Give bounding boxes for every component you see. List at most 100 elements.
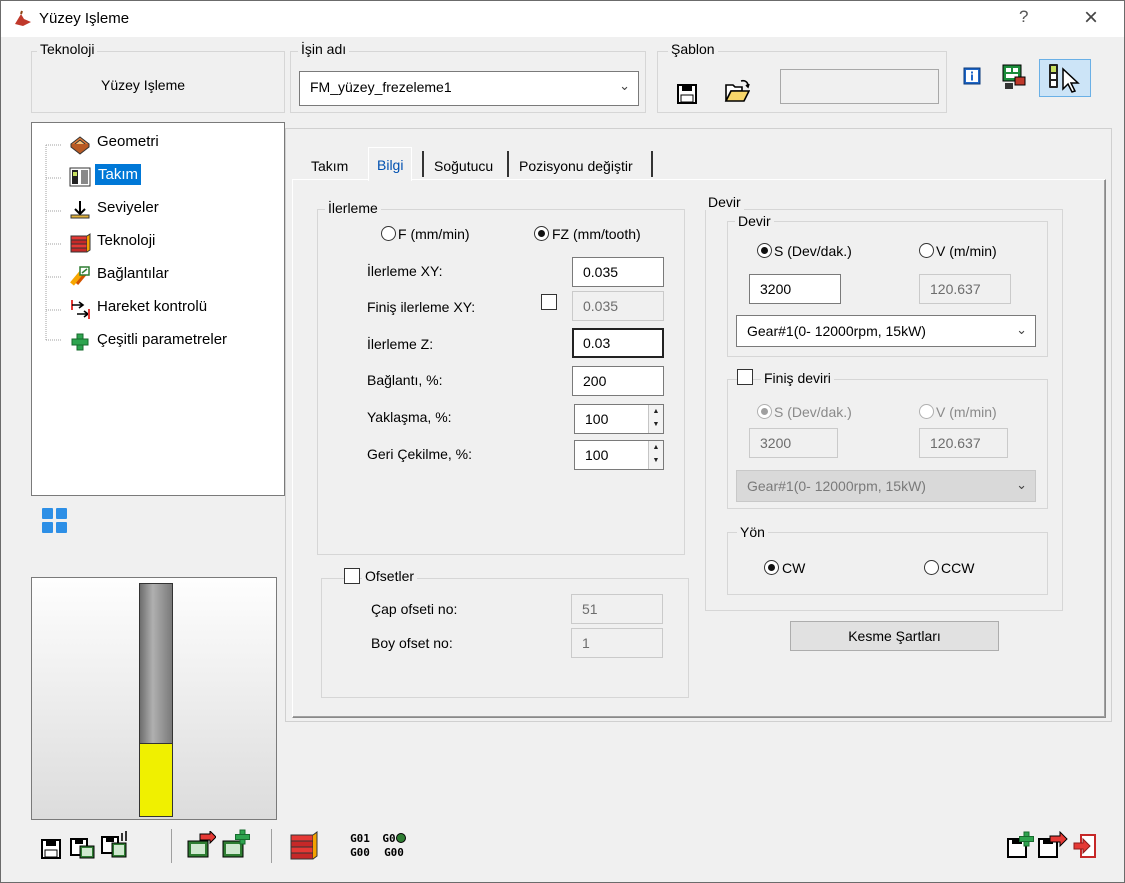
finish-spindle-checkbox[interactable] <box>737 369 753 385</box>
tab-label: Pozisyonu değiştir <box>519 158 633 174</box>
radio-feed-fz[interactable] <box>534 226 549 241</box>
tab-separator <box>422 151 424 177</box>
tab-separator <box>507 151 509 177</box>
toolbar-separator <box>271 829 272 863</box>
spindle-s-input[interactable]: 3200 <box>749 274 841 304</box>
radio-spindle-v-label: V (m/min) <box>936 243 997 259</box>
add-operation-icon[interactable] <box>221 829 251 861</box>
radio-finish-v[interactable] <box>919 404 934 419</box>
exit-icon[interactable] <box>1073 833 1099 859</box>
info-icon[interactable] <box>963 67 981 85</box>
gear-select[interactable]: Gear#1(0- 12000rpm, 15kW) ⌄ <box>736 315 1036 347</box>
length-offset-label: Boy ofset no: <box>371 635 453 651</box>
save-and-close-icon[interactable] <box>1038 831 1068 859</box>
radio-cw[interactable] <box>764 560 779 575</box>
tab-label: Takım <box>311 158 349 174</box>
link-percent-input[interactable]: 200 <box>572 366 664 396</box>
radio-ccw[interactable] <box>924 560 939 575</box>
length-offset-input[interactable]: 1 <box>571 628 663 658</box>
tree-item-teknoloji[interactable]: Teknoloji <box>97 232 155 249</box>
window-title: Yüzey Işleme <box>39 10 130 27</box>
feed-z-label: İlerleme Z: <box>367 336 434 352</box>
diameter-offset-label: Çap ofseti no: <box>371 601 458 617</box>
tree-item-seviyeler[interactable]: Seviyeler <box>97 199 159 216</box>
tool-preview <box>31 577 277 820</box>
gcode-g0-g00-button[interactable]: G0 G00 <box>379 833 409 858</box>
tree-item-label: Hareket kontrolü <box>97 298 208 315</box>
technology-value: Yüzey Işleme <box>101 77 186 93</box>
tool-icon <box>69 167 91 187</box>
tab-label: Bilgi <box>377 157 404 173</box>
save-template-icon[interactable] <box>677 84 697 104</box>
gcode-g01-g00-button[interactable]: G01 G00 <box>347 833 373 858</box>
cutting-conditions-button[interactable]: Kesme Şartları <box>790 621 999 651</box>
tool-shank <box>139 583 173 745</box>
machine-tool-icon[interactable] <box>1001 63 1031 91</box>
radio-feed-f-label: F (mm/min) <box>398 226 470 242</box>
retract-spinner[interactable]: ▲ ▼ <box>648 441 663 469</box>
gear-select-value: Gear#1(0- 12000rpm, 15kW) <box>747 323 926 339</box>
motion-control-icon <box>71 300 90 319</box>
technology-group-label: Teknoloji <box>37 41 98 57</box>
toolbar-separator <box>171 829 172 863</box>
template-field[interactable] <box>780 69 939 104</box>
retract-percent-input[interactable]: 100 ▲ ▼ <box>574 440 664 470</box>
save-as-icon[interactable] <box>70 836 96 860</box>
tree-item-cesitli-parametreler[interactable]: Çeşitli parametreler <box>97 331 227 348</box>
radio-finish-v-label: V (m/min) <box>936 404 997 420</box>
levels-icon <box>70 201 90 219</box>
tab-takim[interactable]: Takım <box>303 149 356 179</box>
finish-feed-xy-checkbox[interactable] <box>541 294 557 310</box>
radio-spindle-s[interactable] <box>757 243 772 258</box>
save-all-icon[interactable] <box>101 830 131 860</box>
tree-item-geometri[interactable]: Geometri <box>97 133 159 150</box>
tree-item-label: Seviyeler <box>97 199 159 216</box>
finish-gear-select[interactable]: Gear#1(0- 12000rpm, 15kW) ⌄ <box>736 470 1036 502</box>
open-folder-icon[interactable] <box>724 79 750 103</box>
job-name-label: İşin adı <box>298 41 350 57</box>
tab-pozisyonu-degistir[interactable]: Pozisyonu değiştir <box>511 149 641 179</box>
retract-percent-value: 100 <box>585 447 609 463</box>
job-name-combobox[interactable]: FM_yüzey_frezeleme1 ⌄ <box>299 71 639 106</box>
radio-finish-s[interactable] <box>757 404 772 419</box>
radio-feed-f[interactable] <box>381 226 396 241</box>
feed-z-input[interactable]: 0.03 <box>572 328 664 358</box>
spindle-group-label: Devir <box>705 194 744 210</box>
new-operation-icon[interactable] <box>1007 831 1035 859</box>
export-icon[interactable] <box>186 831 216 861</box>
radio-finish-s-label: S (Dev/dak.) <box>774 404 852 420</box>
finish-feed-xy-input[interactable]: 0.035 <box>572 291 664 321</box>
title-bar: Yüzey Işleme ? × <box>1 1 1124 37</box>
help-button[interactable]: ? <box>1019 7 1028 27</box>
direction-label: Yön <box>737 524 768 540</box>
technology-icon <box>70 233 91 253</box>
spindle-v-input[interactable]: 120.637 <box>919 274 1011 304</box>
close-button[interactable]: × <box>1084 4 1098 32</box>
feed-xy-input[interactable]: 0.035 <box>572 257 664 287</box>
tree-item-takim[interactable]: Takım <box>95 164 142 185</box>
tree-item-label: Geometri <box>97 133 159 150</box>
green-dot-icon <box>395 833 406 843</box>
tree-item-baglantilar[interactable]: Bağlantılar <box>97 265 169 282</box>
radio-spindle-v[interactable] <box>919 243 934 258</box>
offsets-checkbox[interactable] <box>344 568 360 584</box>
approach-percent-value: 100 <box>585 411 609 427</box>
links-icon <box>70 266 90 286</box>
tab-bilgi[interactable]: Bilgi <box>368 147 413 181</box>
finish-v-input[interactable]: 120.637 <box>919 428 1008 458</box>
diameter-offset-input[interactable]: 51 <box>571 594 663 624</box>
save-icon[interactable] <box>41 839 61 859</box>
gcode-g0-row: G0 <box>379 833 409 844</box>
tree-item-hareket-kontrolu[interactable]: Hareket kontrolü <box>97 298 207 315</box>
approach-percent-input[interactable]: 100 ▲ ▼ <box>574 404 664 434</box>
tab-separator <box>651 151 653 177</box>
tree-item-label: Takım <box>98 166 139 183</box>
radio-feed-fz-label: FZ (mm/tooth) <box>552 226 641 242</box>
parameter-tree: Geometri Takım Seviyeler Teknoloji Bağla… <box>31 122 285 496</box>
tab-sogutucu[interactable]: Soğutucu <box>426 149 501 179</box>
finish-s-input[interactable]: 3200 <box>749 428 838 458</box>
finish-gear-select-value: Gear#1(0- 12000rpm, 15kW) <box>747 478 926 494</box>
approach-spinner[interactable]: ▲ ▼ <box>648 405 663 433</box>
layout-grid-icon[interactable] <box>41 507 69 535</box>
technology-stack-icon[interactable] <box>289 829 319 863</box>
